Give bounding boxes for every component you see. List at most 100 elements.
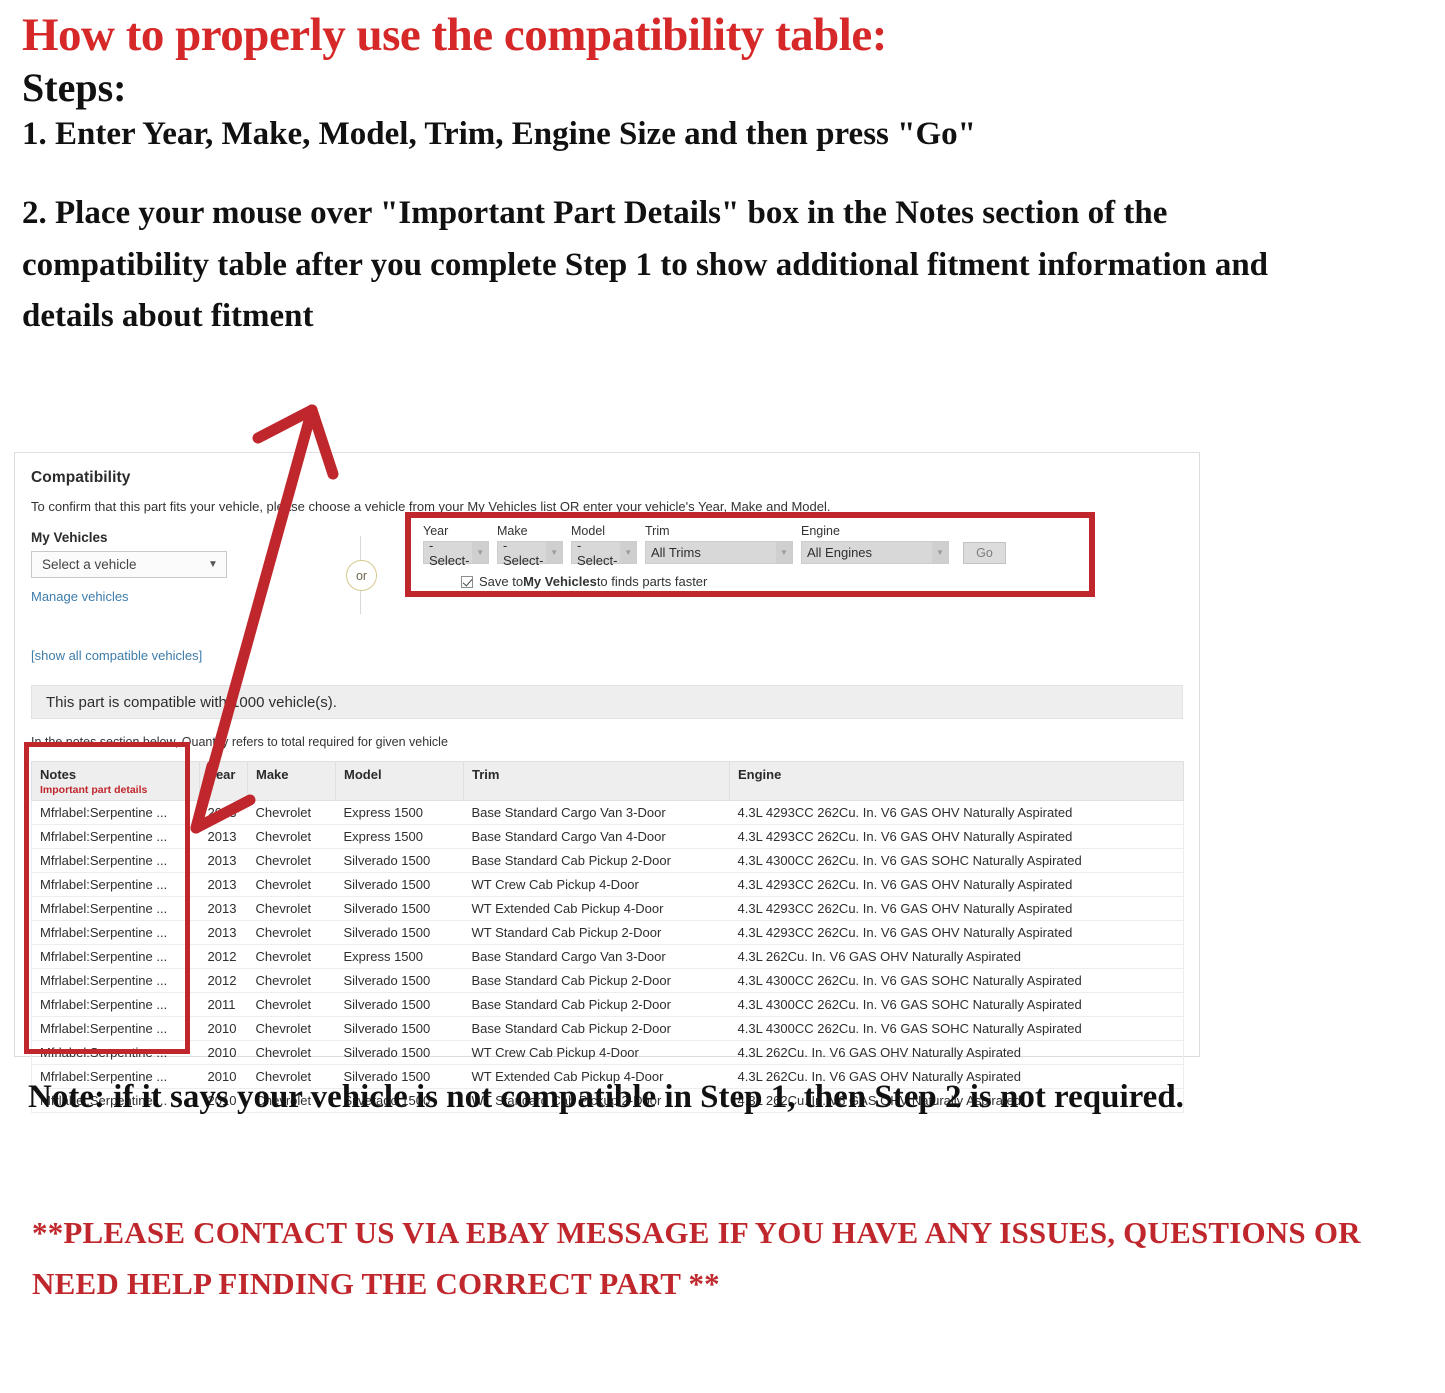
cell-engine: 4.3L 4293CC 262Cu. In. V6 GAS OHV Natura… — [729, 920, 1184, 945]
table-row: Mfrlabel:Serpentine ... 2011 Chevrolet Silv… — [31, 992, 1184, 1017]
cell-year: 2010 — [199, 1016, 248, 1041]
column-header-model: Model — [335, 761, 464, 801]
table-row: Mfrlabel:Serpentine ... 2013 Chevrolet Expr… — [31, 800, 1184, 825]
cell-make: Chevrolet — [247, 920, 336, 945]
cell-trim: Base Standard Cab Pickup 2-Door — [463, 992, 730, 1017]
cell-year: 2013 — [199, 800, 248, 825]
trim-field: Trim All Trims ▼ — [645, 524, 793, 564]
compatibility-panel: Compatibility To confirm that this part … — [14, 452, 1200, 1113]
chevron-down-icon: ▼ — [208, 559, 218, 570]
cell-model: Silverado 1500 — [335, 848, 464, 873]
year-field: Year -Select- ▼ — [423, 524, 489, 568]
step-2-text: 2. Place your mouse over "Important Part… — [22, 195, 1269, 335]
cell-year: 2013 — [199, 896, 248, 921]
cell-make: Chevrolet — [247, 944, 336, 969]
cell-notes[interactable]: Mfrlabel:Serpentine ... — [31, 920, 200, 945]
compatibility-table: Notes Important part details Year Make M… — [31, 761, 1184, 1113]
cell-engine: 4.3L 4293CC 262Cu. In. V6 GAS OHV Natura… — [729, 824, 1184, 849]
cell-make: Chevrolet — [247, 872, 336, 897]
cell-model: Express 1500 — [335, 824, 464, 849]
cell-make: Chevrolet — [247, 824, 336, 849]
make-select-value: -Select- — [503, 537, 544, 568]
cell-notes[interactable]: Mfrlabel:Serpentine ... — [31, 1016, 200, 1041]
compatibility-table-body: Mfrlabel:Serpentine ... 2013 Chevrolet Expr… — [31, 800, 1184, 1113]
cell-engine: 4.3L 4300CC 262Cu. In. V6 GAS SOHC Natur… — [729, 992, 1184, 1017]
cell-model: Silverado 1500 — [335, 1040, 464, 1065]
cell-engine: 4.3L 262Cu. In. V6 GAS OHV Naturally Asp… — [729, 944, 1184, 969]
cell-notes[interactable]: Mfrlabel:Serpentine ... — [31, 824, 200, 849]
chevron-down-icon: ▼ — [620, 542, 636, 563]
cell-make: Chevrolet — [247, 896, 336, 921]
vehicle-selector-row: Year -Select- ▼ Make -Select- ▼ Model -S… — [423, 524, 1089, 568]
save-text-pre: Save to — [479, 574, 524, 589]
table-row: Mfrlabel:Serpentine ... 2010 Chevrolet Silv… — [31, 1040, 1184, 1065]
column-header-year: Year — [199, 761, 248, 801]
cell-engine: 4.3L 4300CC 262Cu. In. V6 GAS SOHC Natur… — [729, 1016, 1184, 1041]
vehicle-chooser: My Vehicles Select a vehicle ▼ Manage ve… — [31, 512, 1183, 638]
cell-model: Silverado 1500 — [335, 992, 464, 1017]
cell-make: Chevrolet — [247, 968, 336, 993]
table-row: Mfrlabel:Serpentine ... 2013 Chevrolet Silv… — [31, 872, 1184, 897]
cell-make: Chevrolet — [247, 992, 336, 1017]
table-row: Mfrlabel:Serpentine ... 2013 Chevrolet Expr… — [31, 824, 1184, 849]
engine-select[interactable]: All Engines ▼ — [801, 541, 949, 564]
table-row: Mfrlabel:Serpentine ... 2013 Chevrolet Silv… — [31, 896, 1184, 921]
make-field: Make -Select- ▼ — [497, 524, 563, 568]
table-row: Mfrlabel:Serpentine ... 2013 Chevrolet Silv… — [31, 848, 1184, 873]
cell-year: 2013 — [199, 920, 248, 945]
cell-notes[interactable]: Mfrlabel:Serpentine ... — [31, 992, 200, 1017]
cell-engine: 4.3L 4293CC 262Cu. In. V6 GAS OHV Natura… — [729, 896, 1184, 921]
cell-notes[interactable]: Mfrlabel:Serpentine ... — [31, 872, 200, 897]
cell-model: Express 1500 — [335, 944, 464, 969]
cell-trim: Base Standard Cargo Van 3-Door — [463, 944, 730, 969]
my-vehicles-select[interactable]: Select a vehicle ▼ — [31, 551, 227, 578]
cell-engine: 4.3L 4293CC 262Cu. In. V6 GAS OHV Natura… — [729, 800, 1184, 825]
model-field: Model -Select- ▼ — [571, 524, 637, 568]
cell-trim: Base Standard Cab Pickup 2-Door — [463, 848, 730, 873]
save-text-post: to finds parts faster — [596, 574, 708, 589]
cell-notes[interactable]: Mfrlabel:Serpentine ... — [31, 1040, 200, 1065]
make-select[interactable]: -Select- ▼ — [497, 538, 563, 568]
my-vehicles-select-value: Select a vehicle — [42, 557, 137, 572]
year-label: Year — [423, 524, 449, 538]
save-to-my-vehicles-row[interactable]: Save to My Vehicles to finds parts faste… — [461, 574, 1089, 589]
go-button[interactable]: Go — [963, 542, 1006, 564]
cell-make: Chevrolet — [247, 800, 336, 825]
cell-model: Silverado 1500 — [335, 1016, 464, 1041]
or-divider: or — [339, 536, 383, 614]
cell-model: Silverado 1500 — [335, 968, 464, 993]
engine-field: Engine All Engines ▼ — [801, 524, 949, 564]
cell-notes[interactable]: Mfrlabel:Serpentine ... — [31, 896, 200, 921]
column-header-trim: Trim — [463, 761, 730, 801]
notes-quantity-hint: In the notes section below, Quantity ref… — [31, 735, 448, 749]
cell-trim: Base Standard Cab Pickup 2-Door — [463, 968, 730, 993]
cell-make: Chevrolet — [247, 1016, 336, 1041]
cell-notes[interactable]: Mfrlabel:Serpentine ... — [31, 848, 200, 873]
model-select[interactable]: -Select- ▼ — [571, 538, 637, 568]
table-row: Mfrlabel:Serpentine ... 2010 Chevrolet Silv… — [31, 1016, 1184, 1041]
cell-notes[interactable]: Mfrlabel:Serpentine ... — [31, 968, 200, 993]
cell-engine: 4.3L 4293CC 262Cu. In. V6 GAS OHV Natura… — [729, 872, 1184, 897]
my-vehicles-label: My Vehicles — [31, 530, 108, 545]
chevron-down-icon: ▼ — [932, 542, 948, 563]
save-checkbox[interactable] — [461, 575, 473, 588]
column-header-notes-label: Notes — [40, 767, 77, 782]
cell-trim: WT Standard Cab Pickup 2-Door — [463, 920, 730, 945]
trim-label: Trim — [645, 524, 670, 538]
cell-engine: 4.3L 262Cu. In. V6 GAS OHV Naturally Asp… — [729, 1040, 1184, 1065]
manage-vehicles-link[interactable]: Manage vehicles — [31, 589, 281, 604]
cell-notes[interactable]: Mfrlabel:Serpentine ... — [31, 944, 200, 969]
bottom-note-text: Note: if it says your vehicle is not com… — [28, 1079, 1184, 1115]
make-label: Make — [497, 524, 528, 538]
year-select[interactable]: -Select- ▼ — [423, 538, 489, 568]
column-header-make: Make — [247, 761, 336, 801]
compatible-count-banner: This part is compatible with 1000 vehicl… — [31, 685, 1183, 719]
cell-trim: WT Extended Cab Pickup 4-Door — [463, 896, 730, 921]
page-title: How to properly use the compatibility ta… — [22, 9, 887, 61]
cell-model: Silverado 1500 — [335, 896, 464, 921]
chevron-down-icon: ▼ — [472, 542, 488, 563]
show-all-compatible-vehicles-link[interactable]: [show all compatible vehicles] — [31, 648, 1183, 663]
cell-trim: WT Crew Cab Pickup 4-Door — [463, 1040, 730, 1065]
cell-notes[interactable]: Mfrlabel:Serpentine ... — [31, 800, 200, 825]
trim-select[interactable]: All Trims ▼ — [645, 541, 793, 564]
